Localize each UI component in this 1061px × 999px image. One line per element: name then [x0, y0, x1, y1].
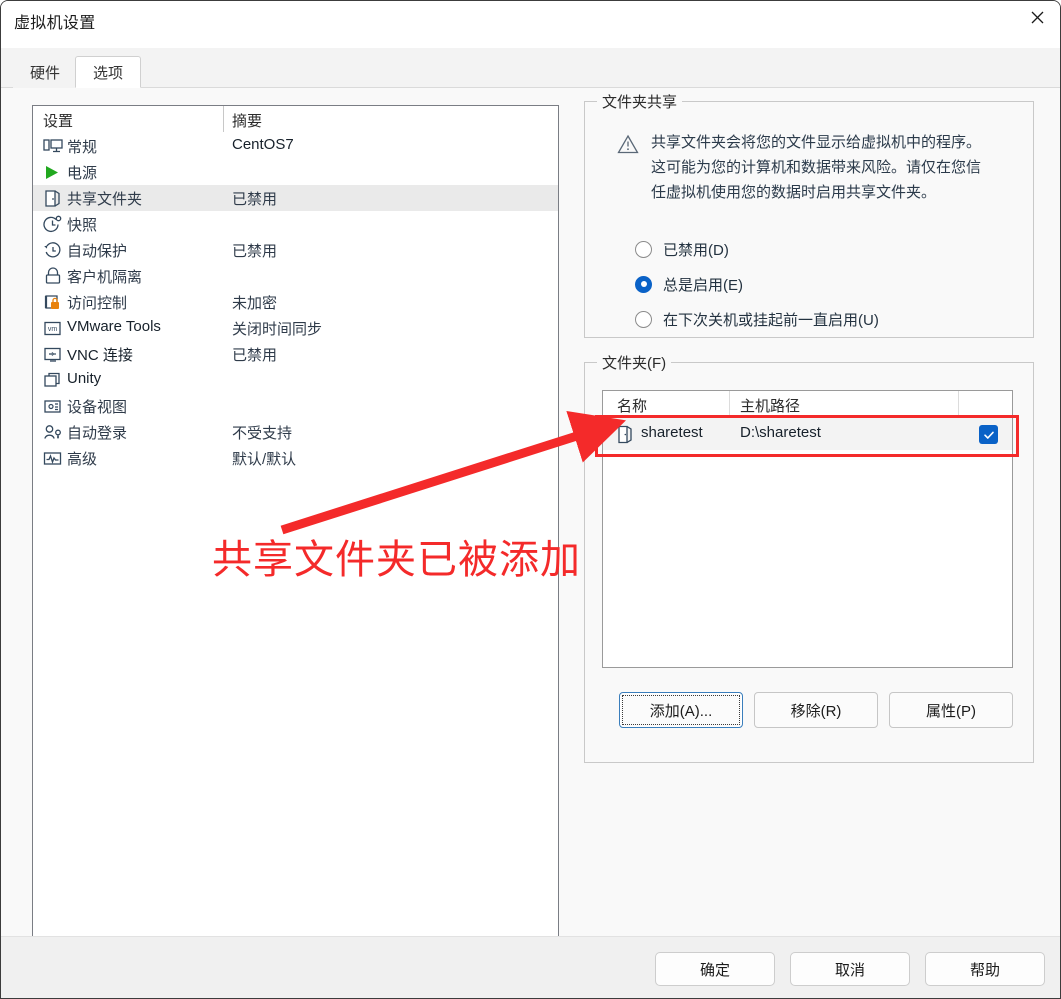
folder-sharing-group: 文件夹共享 共享文件夹会将您的文件显示给虚拟机中的程序。这可能为您的计算机和数据…: [584, 91, 1034, 338]
settings-item-summary: 不受支持: [232, 425, 293, 442]
power-play-icon: [43, 163, 63, 182]
settings-item-auto-login[interactable]: 自动登录 不受支持: [33, 419, 558, 445]
table-header: 名称 主机路径: [603, 391, 1012, 418]
settings-item-label: 客户机隔离: [67, 269, 143, 286]
window-title: 虚拟机设置: [14, 15, 96, 32]
column-header-name: 设置: [43, 113, 74, 130]
radio-always-enabled[interactable]: 总是启用(E): [635, 272, 743, 296]
dialog-footer: 确定 取消 帮助: [1, 936, 1060, 998]
shared-folder-table-row[interactable]: sharetest D:\sharetest: [603, 418, 1012, 450]
checkmark-icon: [983, 431, 994, 439]
cancel-button[interactable]: 取消: [790, 952, 910, 986]
add-folder-button[interactable]: 添加(A)...: [619, 692, 743, 728]
radio-label: 已禁用(D): [663, 241, 729, 259]
settings-item-advanced[interactable]: 高级 默认/默认: [33, 445, 558, 471]
settings-item-summary: 关闭时间同步: [232, 321, 323, 338]
settings-item-summary: 已禁用: [232, 243, 278, 260]
tab-hardware[interactable]: 硬件: [13, 56, 78, 88]
folder-sharing-warning-text: 共享文件夹会将您的文件显示给虚拟机中的程序。这可能为您的计算机和数据带来风险。请…: [651, 134, 982, 201]
access-control-icon: [43, 293, 63, 312]
column-header-summary: 摘要: [232, 113, 263, 130]
close-button[interactable]: [1014, 1, 1060, 33]
radio-button-icon: [635, 240, 652, 258]
header-divider: [223, 106, 224, 132]
settings-item-label: Unity: [67, 370, 102, 387]
folders-group: 文件夹(F) 名称 主机路径 sharetest D:\sharetest 添加…: [584, 352, 1034, 763]
snapshot-clock-icon: [43, 215, 63, 234]
settings-item-device-view[interactable]: 设备视图: [33, 393, 558, 419]
radio-disabled[interactable]: 已禁用(D): [635, 237, 729, 261]
tab-options[interactable]: 选项: [75, 56, 142, 88]
shared-folders-table[interactable]: 名称 主机路径 sharetest D:\sharetest: [602, 390, 1013, 668]
settings-item-summary: 已禁用: [232, 347, 278, 364]
radio-button-icon: [635, 310, 652, 328]
settings-item-summary: 未加密: [232, 295, 278, 312]
settings-item-summary: 已禁用: [232, 191, 278, 208]
header-separator: [729, 391, 730, 417]
lock-icon: [43, 267, 63, 286]
header-separator: [958, 391, 959, 417]
title-bar: 虚拟机设置: [1, 1, 1060, 48]
settings-item-label: 快照: [67, 217, 98, 234]
settings-item-label: 设备视图: [67, 399, 128, 416]
folders-title: 文件夹(F): [597, 352, 672, 373]
close-icon: [1031, 11, 1043, 23]
column-header-host-path: 主机路径: [740, 398, 801, 415]
vnc-icon: [43, 345, 63, 364]
settings-item-label: VNC 连接: [67, 347, 133, 364]
remove-folder-button[interactable]: 移除(R): [754, 692, 878, 728]
dialog-body: 设置 摘要 常规 CentOS7 电源 共享文件夹 已禁用 快照 自动保护 已禁…: [1, 88, 1060, 939]
settings-item-vnc[interactable]: VNC 连接 已禁用: [33, 341, 558, 367]
auto-login-icon: [43, 423, 63, 442]
radio-label: 在下次关机或挂起前一直启用(U): [663, 311, 879, 329]
folder-sharing-title: 文件夹共享: [597, 91, 683, 112]
settings-item-summary: CentOS7: [232, 136, 294, 153]
help-button[interactable]: 帮助: [925, 952, 1045, 986]
radio-label: 总是启用(E): [663, 276, 743, 294]
radio-until-next-poweroff[interactable]: 在下次关机或挂起前一直启用(U): [635, 307, 879, 331]
folder-icon: [617, 425, 634, 444]
monitor-icon: [43, 137, 63, 156]
settings-item-guest-isolation[interactable]: 客户机隔离: [33, 263, 558, 289]
settings-item-vmware-tools[interactable]: vm VMware Tools 关闭时间同步: [33, 315, 558, 341]
folder-properties-button[interactable]: 属性(P): [889, 692, 1013, 728]
device-view-icon: [43, 397, 63, 416]
settings-item-label: 自动登录: [67, 425, 128, 442]
settings-item-label: 自动保护: [67, 243, 128, 260]
shared-folder-host-path: D:\sharetest: [740, 424, 821, 441]
settings-item-label: VMware Tools: [67, 318, 161, 335]
ok-button[interactable]: 确定: [655, 952, 775, 986]
svg-text:vm: vm: [48, 326, 58, 333]
settings-item-label: 常规: [67, 139, 98, 156]
settings-item-power[interactable]: 电源: [33, 159, 558, 185]
settings-item-snapshot[interactable]: 快照: [33, 211, 558, 237]
vmware-tools-icon: vm: [43, 319, 63, 338]
shared-folder-enabled-checkbox[interactable]: [979, 425, 998, 444]
settings-item-label: 高级: [67, 451, 98, 468]
shared-folder-name: sharetest: [641, 424, 703, 441]
settings-item-shared-folders[interactable]: 共享文件夹 已禁用: [33, 185, 558, 211]
settings-list-header: 设置 摘要: [33, 106, 558, 133]
unity-icon: [43, 371, 63, 390]
tab-strip: 硬件 选项: [1, 48, 1060, 88]
window-frame: 虚拟机设置 硬件 选项 设置 摘要 常规 CentOS7 电源 共享文件夹 已禁…: [0, 0, 1061, 999]
settings-item-label: 电源: [67, 165, 98, 182]
radio-button-selected-icon: [635, 275, 652, 293]
settings-item-access-control[interactable]: 访问控制 未加密: [33, 289, 558, 315]
settings-item-label: 访问控制: [67, 295, 128, 312]
settings-item-general[interactable]: 常规 CentOS7: [33, 133, 558, 159]
advanced-icon: [43, 449, 63, 468]
settings-item-label: 共享文件夹: [67, 191, 143, 208]
settings-item-summary: 默认/默认: [232, 451, 297, 468]
shared-folder-icon: [43, 189, 63, 208]
settings-list: 设置 摘要 常规 CentOS7 电源 共享文件夹 已禁用 快照 自动保护 已禁…: [32, 105, 559, 939]
column-header-folder-name: 名称: [617, 398, 648, 415]
vm-settings-window: 虚拟机设置 硬件 选项 设置 摘要 常规 CentOS7 电源 共享文件夹 已禁…: [0, 0, 1061, 999]
settings-item-unity[interactable]: Unity: [33, 367, 558, 393]
settings-item-autoprotect[interactable]: 自动保护 已禁用: [33, 237, 558, 263]
warning-triangle-icon: [617, 134, 639, 154]
autoprotect-icon: [43, 241, 63, 260]
